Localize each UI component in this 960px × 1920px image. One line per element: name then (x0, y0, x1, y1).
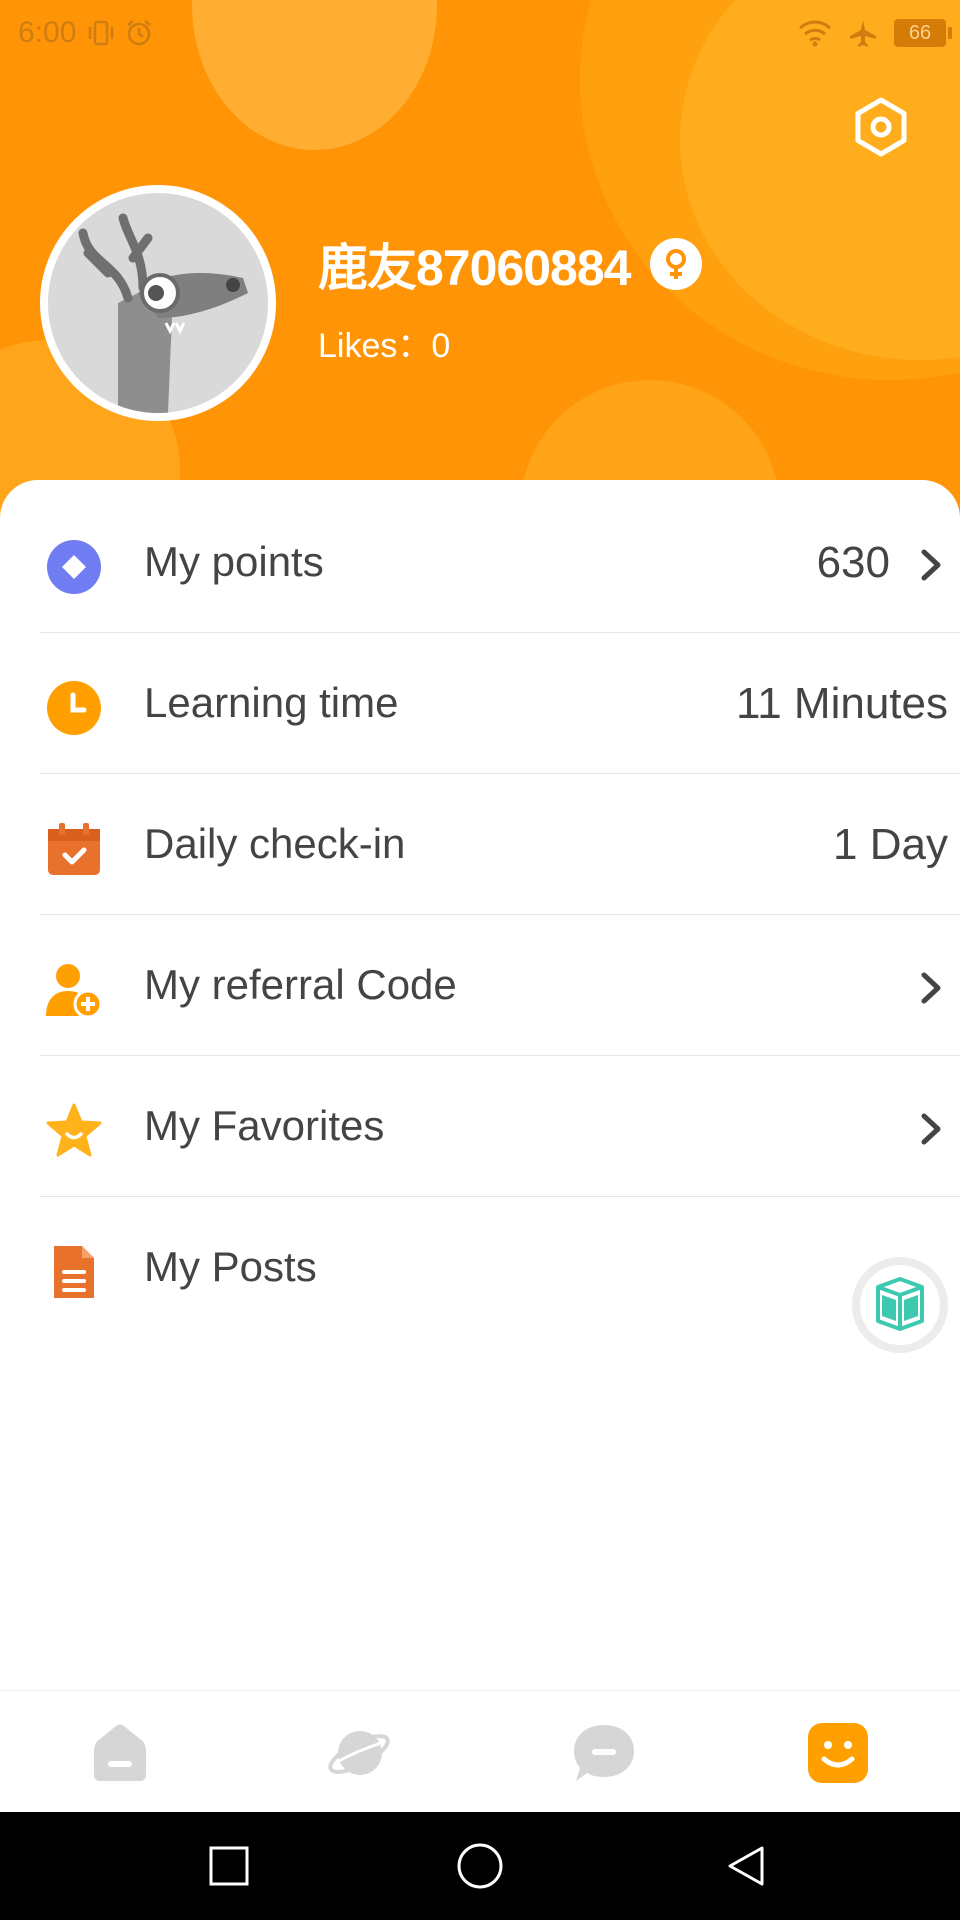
star-icon (46, 1103, 102, 1157)
menu-item-favorites[interactable]: My Favorites (40, 1056, 960, 1197)
checkin-value: 1 Day (833, 820, 948, 869)
menu-item-label: My referral Code (144, 961, 457, 1008)
profile-header: 6:00 66 鹿友87060884 Likes：0 (0, 0, 960, 520)
female-gender-icon (650, 238, 703, 290)
system-navigation-bar (0, 1812, 960, 1920)
avatar[interactable] (40, 185, 276, 421)
airplane-icon (850, 20, 876, 47)
recent-apps-icon[interactable] (205, 1842, 253, 1890)
bottom-navigation (0, 1690, 960, 1813)
menu-item-label: Daily check-in (144, 820, 406, 867)
menu-item-label: My Posts (144, 1243, 317, 1290)
wifi-icon (799, 20, 831, 47)
chat-icon[interactable] (572, 1721, 636, 1785)
menu-item-daily-checkin[interactable]: Daily check-in 1 Day (40, 774, 960, 915)
menu-item-label: My points (144, 538, 324, 585)
deer-avatar-icon (78, 213, 248, 413)
points-diamond-icon (47, 540, 101, 594)
learning-time-value: 11 Minutes (736, 679, 948, 728)
status-time: 6:00 (18, 16, 77, 49)
menu-item-points[interactable]: My points 630 (40, 492, 960, 633)
menu-item-referral-code[interactable]: My referral Code (40, 915, 960, 1056)
menu-item-posts[interactable]: My Posts (40, 1197, 960, 1337)
document-icon (54, 1246, 94, 1298)
add-user-icon (46, 964, 102, 1018)
points-value: 630 (816, 538, 890, 587)
smile-face-icon[interactable] (806, 1721, 870, 1785)
home-icon[interactable] (88, 1721, 152, 1785)
menu-item-learning-time[interactable]: Learning time 11 Minutes (40, 633, 960, 774)
vibrate-icon (88, 20, 114, 46)
clock-icon (47, 681, 101, 735)
battery-icon: 66 (894, 19, 952, 47)
menu-item-label: Learning time (144, 679, 399, 726)
calendar-check-icon (48, 823, 100, 875)
alarm-icon (127, 20, 151, 46)
back-triangle-icon[interactable] (722, 1842, 770, 1890)
chevron-right-icon (921, 1113, 941, 1145)
chevron-right-icon (921, 549, 941, 581)
floating-3d-cube-button[interactable] (852, 1257, 948, 1353)
home-circle-icon[interactable] (456, 1842, 504, 1890)
status-bar: 6:00 66 (0, 0, 960, 70)
username: 鹿友87060884 (318, 240, 631, 296)
likes-count: Likes：0 (318, 327, 451, 365)
battery-level: 66 (908, 22, 932, 44)
menu-item-label: My Favorites (144, 1102, 385, 1149)
settings-hex-icon[interactable] (850, 96, 912, 158)
cube-icon (876, 1277, 924, 1331)
profile-menu-card: My points 630 Learning time 11 Minutes D… (0, 480, 960, 1690)
chevron-right-icon (921, 972, 941, 1004)
planet-icon[interactable] (327, 1721, 391, 1785)
